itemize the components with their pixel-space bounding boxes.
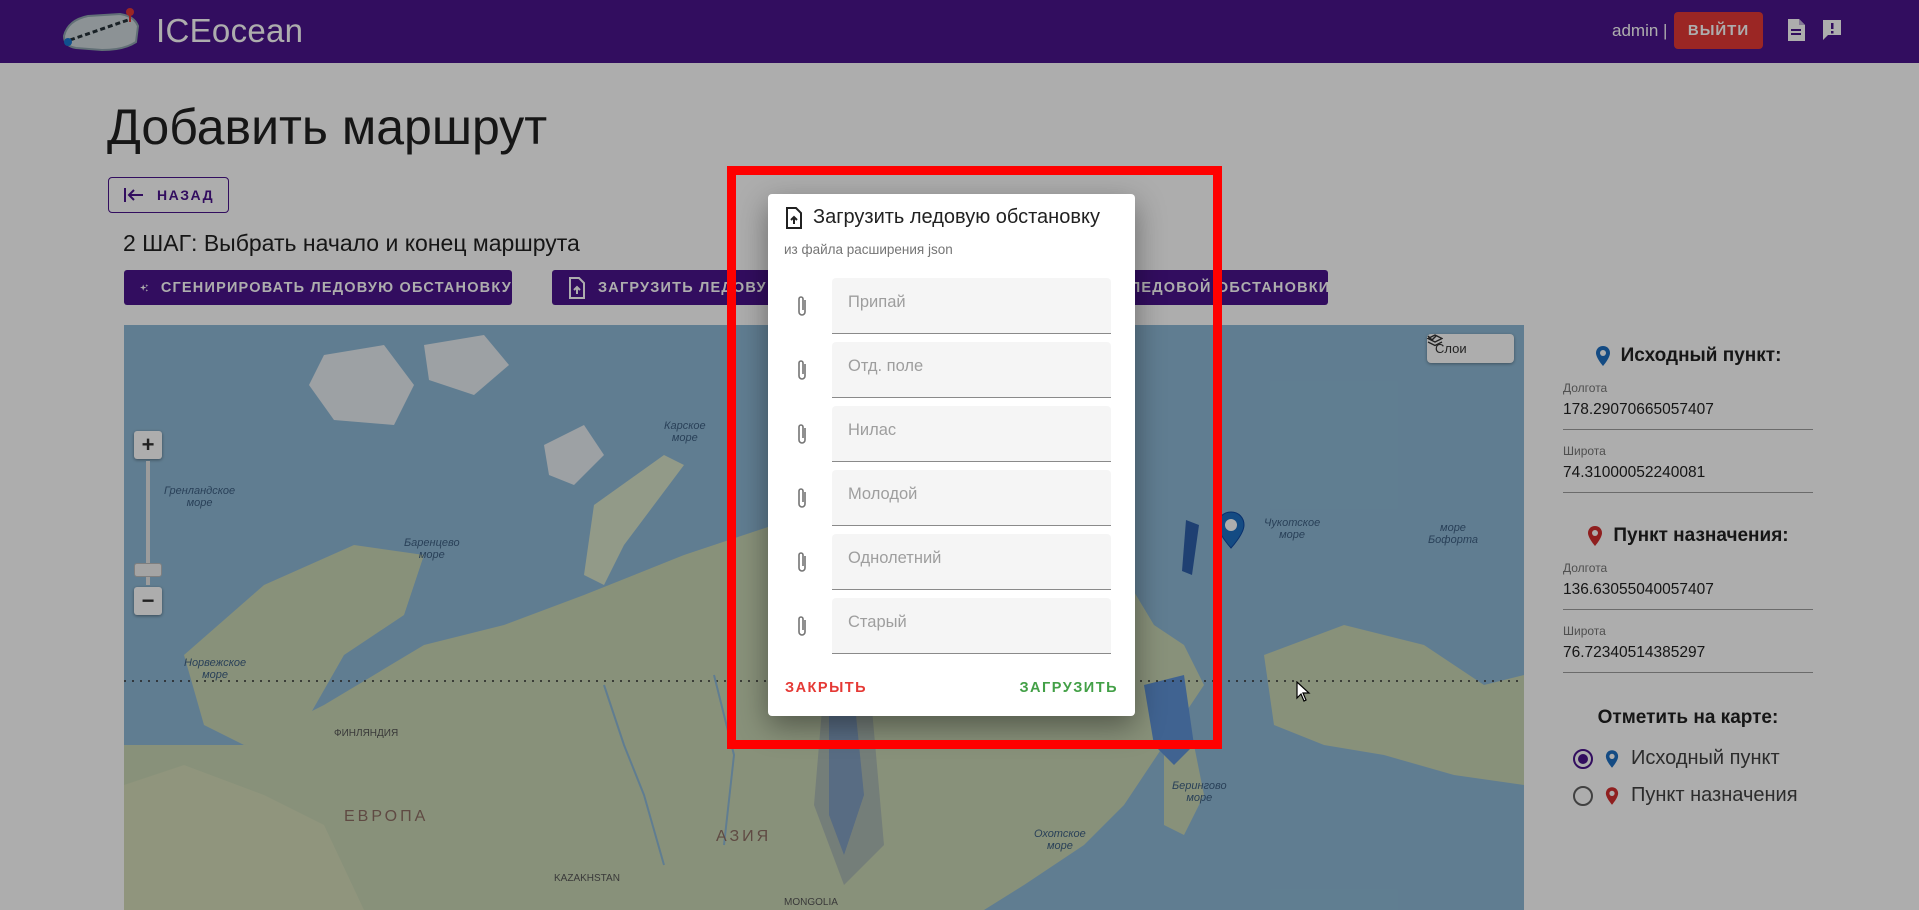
mouse-cursor-icon — [1296, 681, 1311, 702]
highlight-box — [727, 166, 1222, 749]
